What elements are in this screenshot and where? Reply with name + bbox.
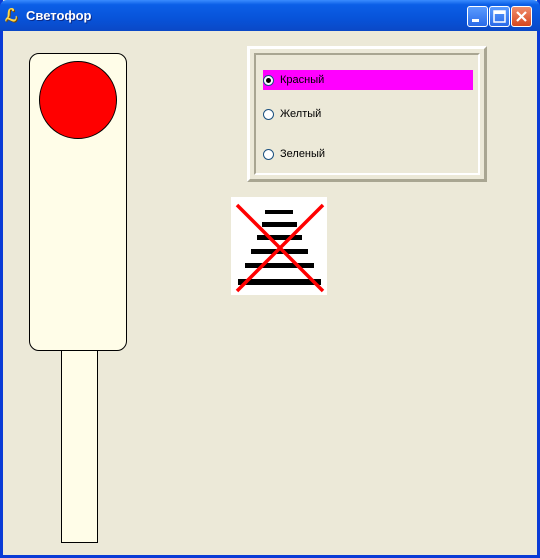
radio-option-red[interactable]: Красный xyxy=(263,70,473,90)
radio-label-yellow: Желтый xyxy=(280,108,322,120)
close-button[interactable] xyxy=(511,6,532,27)
radio-label-green: Зеленый xyxy=(280,148,326,160)
maximize-button[interactable] xyxy=(489,6,510,27)
broken-image-icon xyxy=(235,203,325,293)
radio-button-icon[interactable] xyxy=(263,108,274,120)
close-icon xyxy=(516,11,527,22)
title-bar[interactable]: ℒ Светофор xyxy=(0,0,540,31)
traffic-light-pole xyxy=(61,350,98,543)
radio-button-icon[interactable] xyxy=(263,74,274,86)
radio-label-red: Красный xyxy=(280,74,325,86)
minimize-button[interactable] xyxy=(467,6,488,27)
app-window: ℒ Светофор Красный Желтый Зеленый xyxy=(0,0,540,558)
client-area: Красный Желтый Зеленый xyxy=(3,31,537,555)
traffic-light-lamp xyxy=(39,61,117,139)
maximize-icon xyxy=(493,10,506,23)
radio-button-icon[interactable] xyxy=(263,148,274,160)
color-radio-group: Красный Желтый Зеленый xyxy=(247,46,487,182)
window-title: Светофор xyxy=(26,8,92,23)
delphi-icon: ℒ xyxy=(5,6,18,26)
radio-option-yellow[interactable]: Желтый xyxy=(263,104,321,124)
minimize-icon xyxy=(472,19,479,22)
radio-option-green[interactable]: Зеленый xyxy=(263,144,325,164)
picture-box xyxy=(231,197,327,295)
